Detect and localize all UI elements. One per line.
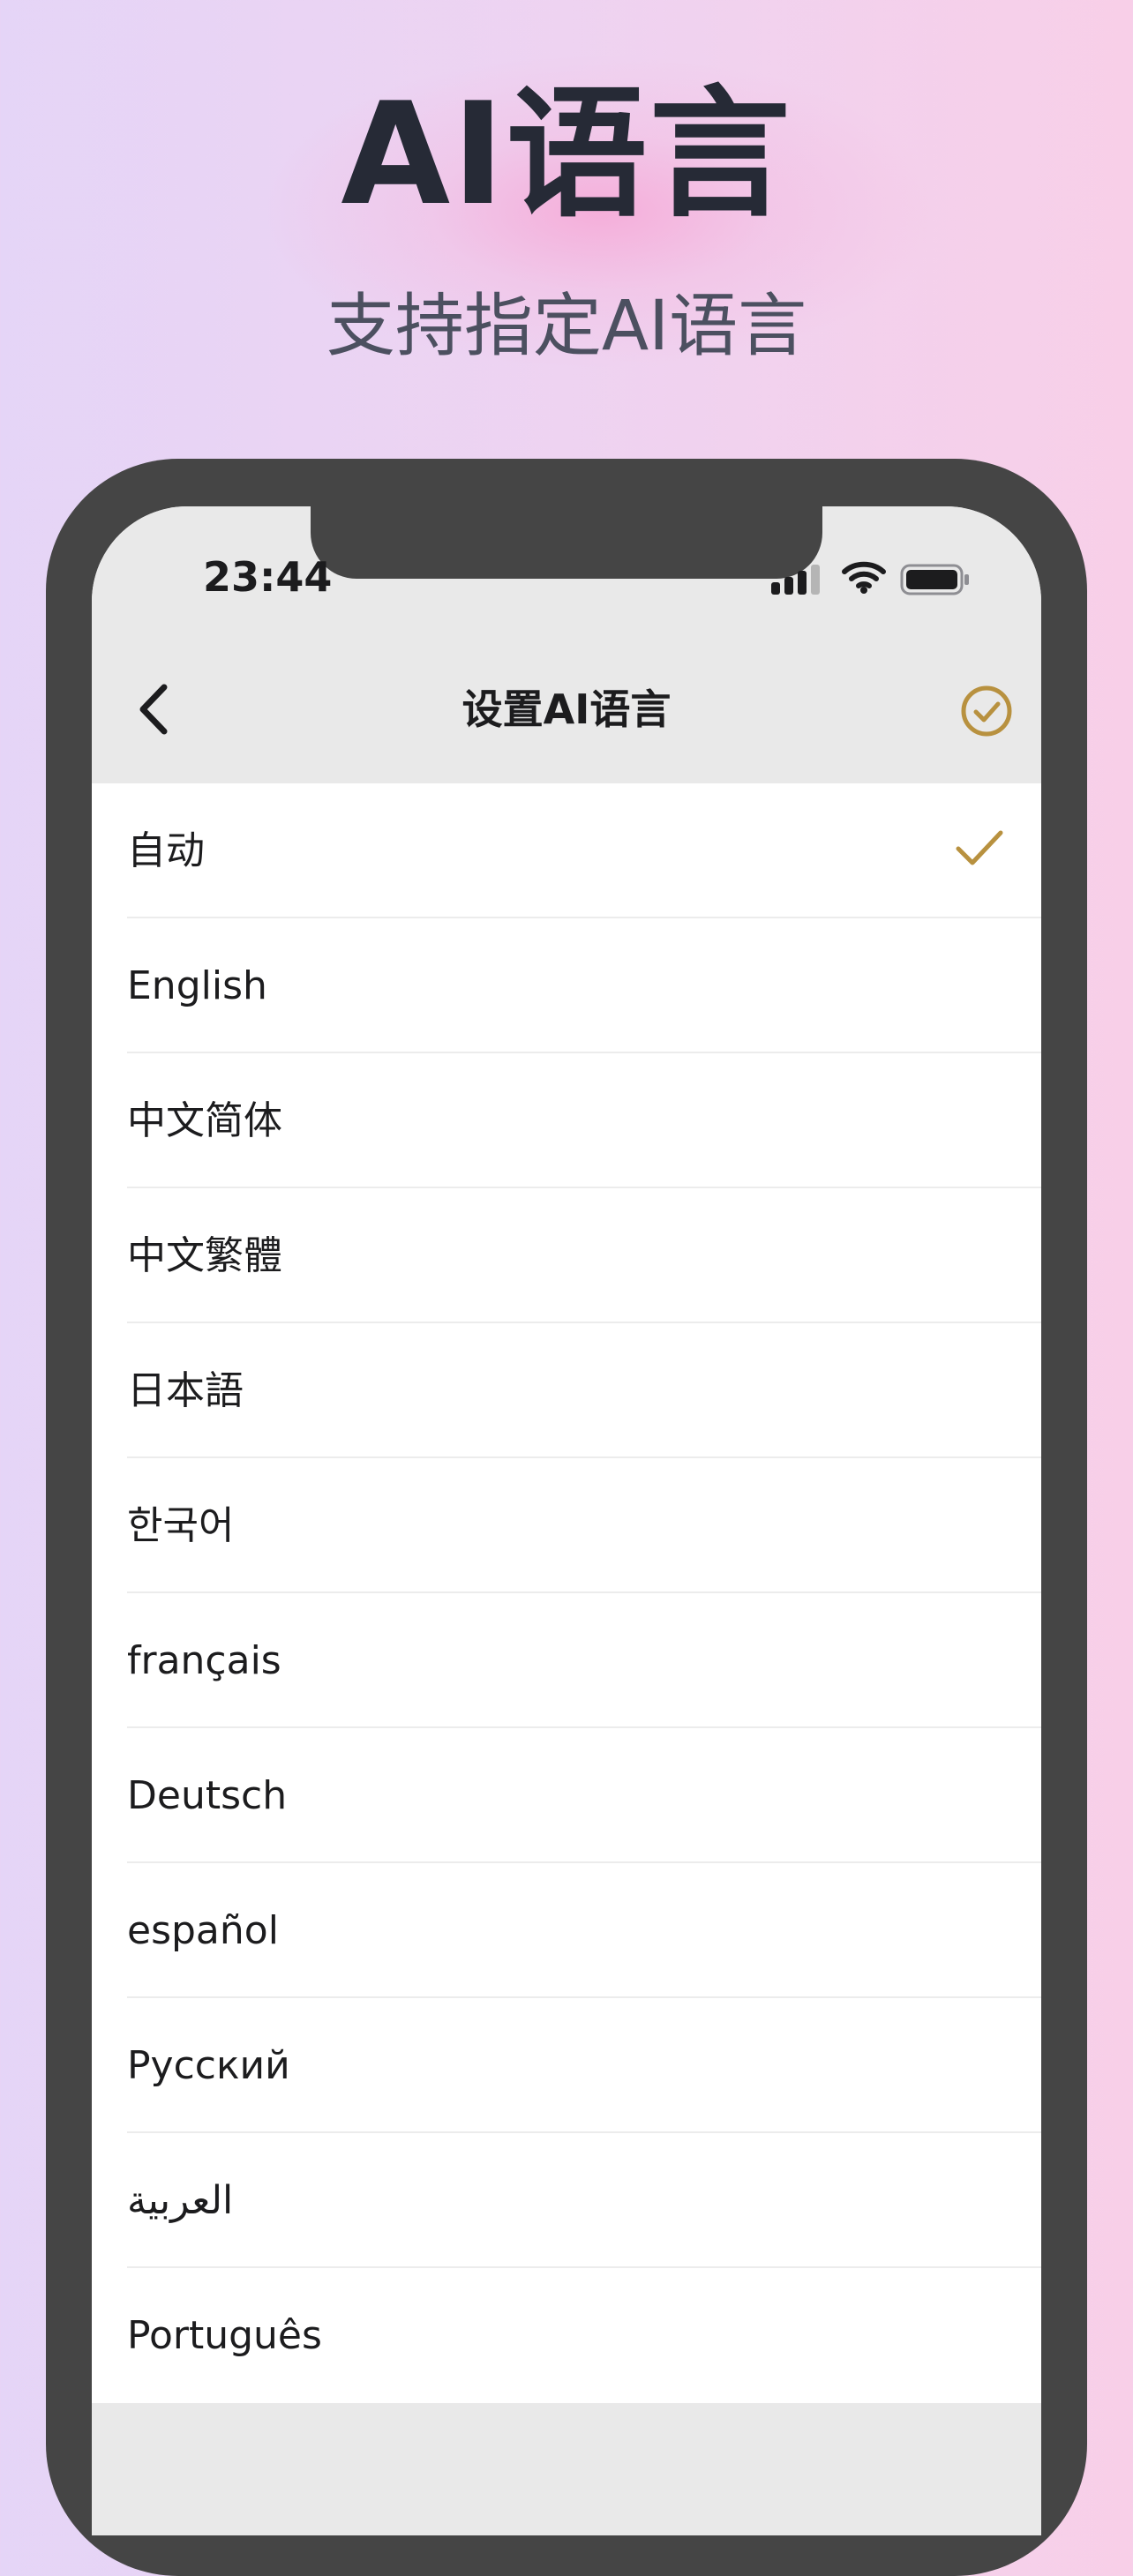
checkmark-icon [956, 830, 1003, 865]
language-option-label: العربية [127, 2178, 234, 2223]
phone-notch [311, 506, 822, 579]
check-circle-icon[interactable] [958, 683, 1015, 739]
language-option-label: 中文简体 [127, 1098, 282, 1143]
language-list: 自动 English 中文简体中文繁體日本語 한국어 français Deutsch es… [92, 783, 1041, 2403]
language-option[interactable]: العربية [92, 2133, 1041, 2268]
language-option-label: Deutsch [127, 1773, 288, 1818]
language-option[interactable]: 한국어 [92, 1458, 1041, 1593]
language-option[interactable]: Português [92, 2268, 1041, 2403]
battery-icon [900, 564, 969, 595]
phone-screen: 23:44 设置AI语言 自动 English 中文简体 中文繁體 日本語 한국… [92, 506, 1041, 2535]
language-option-label: 中文繁體 [127, 1233, 282, 1278]
language-option-label: 日本語 [127, 1368, 244, 1413]
status-icons [771, 554, 983, 607]
nav-title: 设置AI语言 [461, 685, 672, 733]
header-area: 23:44 设置AI语言 [92, 506, 1041, 783]
language-option[interactable]: Русский [92, 1998, 1041, 2133]
language-option[interactable]: 日本語 [92, 1323, 1041, 1458]
cellular-signal-icon [771, 563, 821, 595]
wifi-icon [842, 561, 886, 594]
status-time: 23:44 [203, 553, 333, 601]
language-option-label: English [127, 963, 267, 1008]
promo-title: AI语言 [341, 71, 792, 236]
language-option[interactable]: français [92, 1593, 1041, 1728]
language-option-label: Português [127, 2313, 322, 2358]
promo-subtitle: 支持指定AI语言 [326, 287, 807, 366]
language-option[interactable]: español [92, 1863, 1041, 1998]
language-option-label: 自动 [127, 828, 205, 873]
language-option[interactable]: Deutsch [92, 1728, 1041, 1863]
language-option[interactable]: 中文简体 [92, 1053, 1041, 1188]
bottom-bar [92, 2403, 1041, 2535]
language-option[interactable]: 自动 [92, 783, 1041, 918]
language-option-label: Русский [127, 2043, 290, 2088]
language-option-label: español [127, 1908, 279, 1953]
language-option[interactable]: 中文繁體 [92, 1188, 1041, 1323]
language-option[interactable]: English [92, 918, 1041, 1053]
language-option-label: 한국어 [127, 1503, 235, 1548]
language-option-label: français [127, 1638, 281, 1683]
